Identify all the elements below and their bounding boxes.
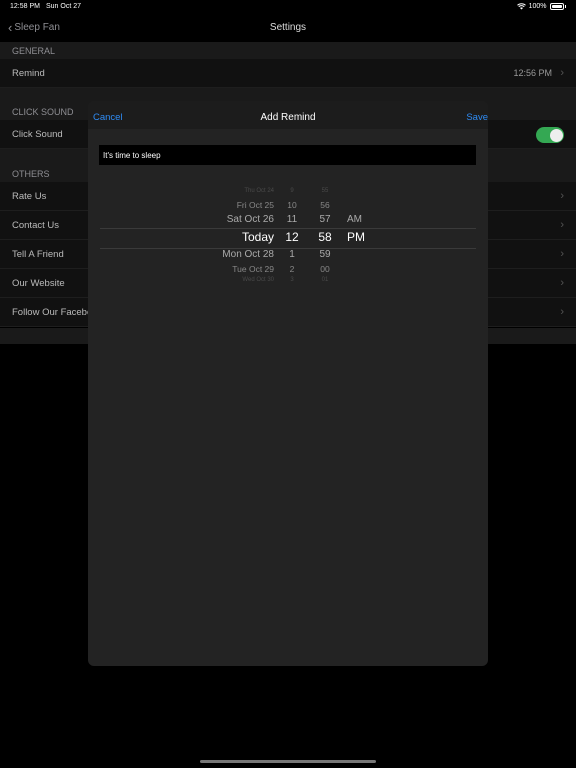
chevron-right-icon: › <box>560 306 564 318</box>
modal-header: Cancel Add Remind Save <box>88 101 488 129</box>
picker-selection-top <box>100 228 476 229</box>
picker-minute[interactable]: 55 <box>313 188 337 194</box>
picker-minute[interactable]: 57 <box>313 214 337 225</box>
picker-minute[interactable]: 56 <box>313 200 337 210</box>
row-label: Click Sound <box>12 129 63 140</box>
row-label: Contact Us <box>12 220 59 231</box>
add-remind-modal: Cancel Add Remind Save Thu Oct 24 Fri Oct… <box>88 101 488 666</box>
picker-day[interactable]: Wed Oct 30 <box>174 277 274 283</box>
picker-day[interactable]: Tue Oct 29 <box>174 264 274 274</box>
nav-bar: ‹ Sleep Fan Settings <box>0 14 576 42</box>
battery-icon <box>549 3 564 10</box>
remind-time-value: 12:56 PM <box>513 68 552 78</box>
picker-hour[interactable]: 2 <box>280 264 304 274</box>
picker-hour[interactable]: 3 <box>280 277 304 283</box>
chevron-right-icon: › <box>560 67 564 79</box>
picker-ampm-selected[interactable]: PM <box>347 230 365 244</box>
page-title: Settings <box>269 22 307 33</box>
battery-percent: 100% <box>528 3 547 10</box>
chevron-right-icon: › <box>560 248 564 260</box>
picker-day[interactable]: Fri Oct 25 <box>174 200 274 210</box>
picker-day[interactable]: Mon Oct 28 <box>174 249 274 260</box>
picker-minute-selected[interactable]: 58 <box>313 230 337 244</box>
date-time-picker[interactable]: Thu Oct 24 Fri Oct 25 Sat Oct 26 Today Mon O… <box>88 186 488 286</box>
picker-minute[interactable]: 00 <box>313 264 337 274</box>
picker-day[interactable]: Sat Oct 26 <box>174 214 274 225</box>
picker-hour[interactable]: 9 <box>280 188 304 194</box>
picker-hour-selected[interactable]: 12 <box>280 230 304 244</box>
row-label: Tell A Friend <box>12 249 64 260</box>
reminder-text-input[interactable] <box>99 145 476 165</box>
click-sound-toggle[interactable] <box>536 127 564 143</box>
picker-hour[interactable]: 10 <box>280 200 304 210</box>
picker-day[interactable]: Thu Oct 24 <box>174 188 274 194</box>
status-bar: 12:58 PM Sun Oct 27 100% <box>0 0 576 14</box>
picker-hour[interactable]: 1 <box>280 249 304 260</box>
picker-hour[interactable]: 11 <box>280 214 304 225</box>
row-label: Our Website <box>12 278 65 289</box>
battery-tip <box>564 5 566 8</box>
status-time: 12:58 PM <box>10 3 40 10</box>
modal-title: Add Remind <box>260 112 316 123</box>
picker-minute[interactable]: 59 <box>313 249 337 260</box>
row-label: Rate Us <box>12 191 47 202</box>
home-indicator <box>200 760 376 763</box>
wifi-icon <box>516 3 526 10</box>
section-header-general: GENERAL <box>0 42 576 59</box>
row-label: Follow Our Facebo <box>12 307 93 318</box>
row-remind[interactable]: Remind 12:56 PM › <box>0 59 576 88</box>
row-label: Remind <box>12 68 45 79</box>
chevron-right-icon: › <box>560 277 564 289</box>
chevron-right-icon: › <box>560 219 564 231</box>
status-right: 100% <box>516 3 566 10</box>
status-date: Sun Oct 27 <box>46 3 82 10</box>
picker-ampm[interactable]: AM <box>347 214 362 225</box>
picker-minute[interactable]: 01 <box>313 277 337 283</box>
chevron-right-icon: › <box>560 190 564 202</box>
save-button[interactable]: Save <box>466 112 488 123</box>
picker-day-selected[interactable]: Today <box>174 230 274 244</box>
